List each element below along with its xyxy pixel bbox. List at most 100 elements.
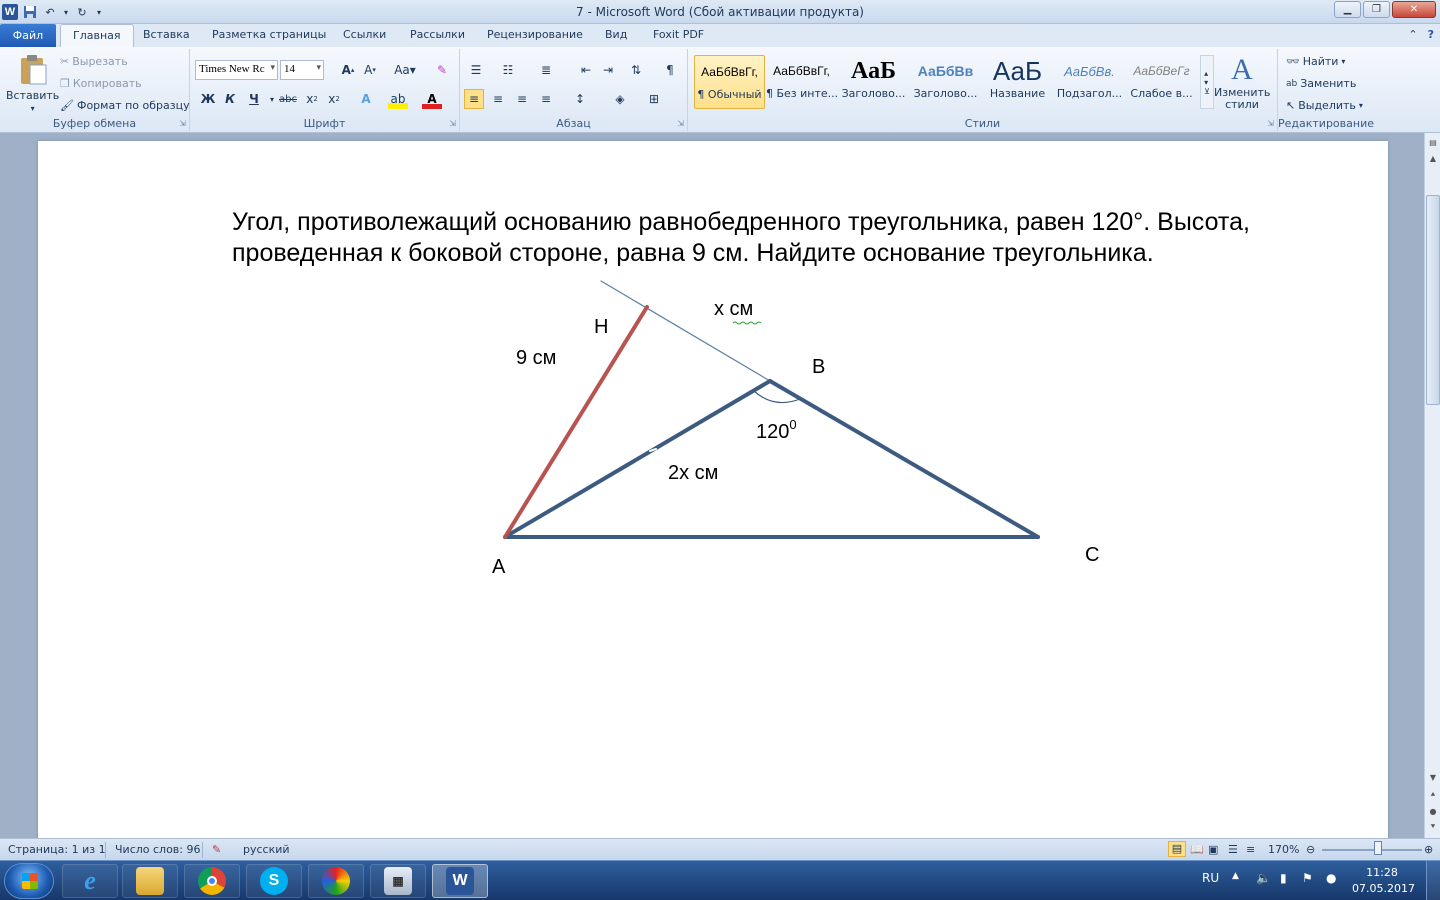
help-icon[interactable]: ? [1428,28,1434,41]
close-button[interactable]: ✕ [1392,1,1436,18]
action-center-icon[interactable]: ⚑ [1302,871,1313,885]
tab-file[interactable]: Файл [0,24,56,47]
justify-icon[interactable]: ≡ [536,89,556,109]
borders-icon[interactable]: ⊞ [644,89,664,109]
tab-page-layout[interactable]: Разметка страницы [212,28,326,41]
tab-insert[interactable]: Вставка [143,28,190,41]
tab-mailings[interactable]: Рассылки [410,28,465,41]
subscript-icon[interactable]: x2 [302,89,322,109]
network-icon[interactable]: ▮ [1280,871,1287,885]
pilcrow-icon[interactable]: ¶ [660,60,680,80]
dialog-launcher-icon[interactable]: ⇲ [179,119,186,128]
show-desktop-button[interactable] [1426,861,1440,900]
web-layout-icon[interactable]: ▣ [1208,843,1218,856]
style-subtle-emphasis[interactable]: АаБбВеГг Слабое в... [1126,55,1197,109]
underline-button[interactable]: Ч [244,89,264,109]
tab-view[interactable]: Вид [605,28,627,41]
zoom-out-icon[interactable]: ⊖ [1306,843,1315,856]
taskbar-ie[interactable]: e [62,864,118,898]
browse-object-icon[interactable]: ● [1426,804,1440,818]
style-subtitle[interactable]: АаБбВв. Подзагол... [1054,55,1125,109]
dialog-launcher-icon[interactable]: ⇲ [1267,119,1274,128]
draft-icon[interactable]: ≡ [1246,843,1255,856]
increase-indent-icon[interactable]: ⇥ [598,60,618,80]
taskbar-chrome[interactable] [184,864,240,898]
format-painter-button[interactable]: 🖌 Формат по образцу [60,99,190,112]
taskbar-app[interactable] [308,864,364,898]
ruler-toggle-icon[interactable]: ▤ [1426,135,1440,149]
previous-page-icon[interactable]: ⯅ [1426,788,1440,802]
word-count[interactable]: Число слов: 96 [115,843,201,856]
align-right-icon[interactable]: ≡ [512,89,532,109]
align-left-icon[interactable]: ≡ [464,89,484,109]
collapse-ribbon-icon[interactable]: ⌃ [1408,28,1417,41]
dialog-launcher-icon[interactable]: ⇲ [449,119,456,128]
language-status[interactable]: русский [243,843,290,856]
line-spacing-icon[interactable]: ↕ [570,89,590,109]
replace-button[interactable]: ab Заменить [1286,77,1356,90]
sort-icon[interactable]: ⇅ [626,60,646,80]
style-no-spacing[interactable]: АаБбВвГг, ¶ Без инте... [766,55,837,109]
cut-button[interactable]: ✂ Вырезать [60,55,128,68]
superscript-icon[interactable]: x2 [324,89,344,109]
decrease-indent-icon[interactable]: ⇤ [576,60,596,80]
font-color-icon[interactable]: A [422,89,442,109]
paste-button[interactable]: Вставить ▾ [6,53,59,113]
copy-button[interactable]: ❐ Копировать [60,77,142,90]
style-normal[interactable]: АаБбВвГг, ¶ Обычный [694,55,765,109]
tray-app-icon[interactable]: ● [1326,871,1336,885]
zoom-level[interactable]: 170% [1268,843,1299,856]
shrink-font-icon[interactable]: A ▾ [360,60,380,80]
tab-review[interactable]: Рецензирование [487,28,583,41]
scroll-down-icon[interactable]: ▼ [1426,770,1440,784]
style-title[interactable]: АаБ Название [982,55,1053,109]
bold-button[interactable]: Ж [198,89,218,109]
maximize-button[interactable]: ❐ [1363,1,1390,18]
clear-formatting-icon[interactable]: ✎ [432,60,452,80]
scroll-up-icon[interactable]: ▲ [1426,151,1440,165]
outline-icon[interactable]: ☰ [1228,843,1238,856]
change-case-button[interactable]: Aa ▾ [392,60,418,80]
numbering-icon[interactable]: ☷ [498,60,518,80]
select-button[interactable]: ↖ Выделить ▾ [1286,99,1363,112]
find-button[interactable]: 👓 Найти ▾ [1286,55,1345,68]
style-heading-2[interactable]: АаБбВв Заголово... [910,55,981,109]
italic-button[interactable]: К [220,89,240,109]
text-effects-icon[interactable]: A [356,89,376,109]
print-layout-icon[interactable]: ▤ [1168,841,1186,857]
styles-gallery-scroll[interactable]: ▴ ▾ ⊻ [1200,55,1214,109]
zoom-in-icon[interactable]: ⊕ [1424,843,1433,856]
grow-font-icon[interactable]: A ▴ [338,60,358,80]
taskbar-skype[interactable]: S [246,864,302,898]
zoom-slider-thumb[interactable] [1374,841,1382,855]
taskbar-word[interactable]: W [432,864,488,898]
page-count[interactable]: Страница: 1 из 1 [8,843,106,856]
full-screen-reading-icon[interactable]: 📖 [1190,843,1204,856]
change-styles-button[interactable]: A Изменить стили [1214,53,1270,111]
font-size-combo[interactable]: 14 [280,60,324,80]
shading-icon[interactable]: ◈ [610,89,630,109]
taskbar-explorer[interactable] [122,864,178,898]
taskbar-calculator[interactable]: ▦ [370,864,426,898]
start-button[interactable] [4,863,54,899]
align-center-icon[interactable]: ≡ [488,89,508,109]
input-language[interactable]: RU [1202,871,1219,885]
bullets-icon[interactable]: ☰ [466,60,486,80]
multilevel-list-icon[interactable]: ≣ [536,60,556,80]
scroll-thumb[interactable] [1426,195,1440,405]
strikethrough-button[interactable]: abc [278,89,298,109]
next-page-icon[interactable]: ⯆ [1426,820,1440,834]
tab-foxit[interactable]: Foxit PDF [653,28,704,41]
vertical-scrollbar[interactable]: ▤ ▲ ▼ ⯅ ● ⯆ [1424,133,1440,838]
style-heading-1[interactable]: АаБ Заголово... [838,55,909,109]
tab-references[interactable]: Ссылки [343,28,386,41]
zoom-slider[interactable] [1322,849,1422,851]
volume-icon[interactable]: 🔈 [1256,871,1271,885]
tray-expand-icon[interactable]: ▲ [1232,871,1239,881]
minimize-button[interactable]: ▁ [1334,1,1361,18]
spelling-check-icon[interactable]: ✎ [212,843,221,856]
font-name-combo[interactable]: Times New Rc [195,60,278,80]
tab-home[interactable]: Главная [60,24,134,48]
highlight-icon[interactable]: ab [388,89,408,109]
dialog-launcher-icon[interactable]: ⇲ [677,119,684,128]
